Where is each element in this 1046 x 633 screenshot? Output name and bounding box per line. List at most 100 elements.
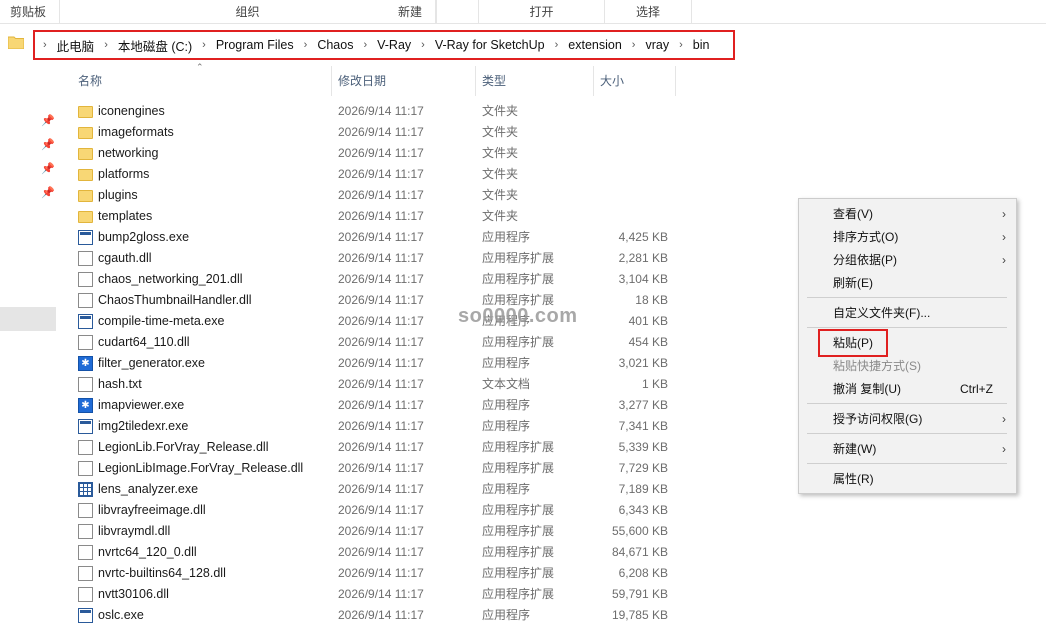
file-name: platforms	[98, 167, 150, 181]
file-row[interactable]: nvtt30106.dll 2026/9/14 11:17 应用程序扩展 59,791…	[0, 584, 700, 605]
file-row[interactable]: LegionLib.ForVray_Release.dll 2026/9/14 1…	[0, 437, 700, 458]
menu-item-label: 撤消 复制(U)	[833, 382, 901, 396]
file-icon	[78, 461, 93, 476]
file-row[interactable]: compile-time-meta.exe 2026/9/14 11:17 应用程序…	[0, 311, 700, 332]
paste-highlight-box	[818, 329, 888, 357]
file-row[interactable]: chaos_networking_201.dll 2026/9/14 11:17 应…	[0, 269, 700, 290]
file-type: 应用程序	[482, 398, 531, 412]
file-date: 2026/9/14 11:17	[338, 377, 424, 391]
file-type: 文件夹	[482, 125, 519, 139]
breadcrumb: › 此电脑 › 本地磁盘 (C:) › Program Files › Chao…	[39, 32, 715, 58]
breadcrumb-bin[interactable]: bin	[687, 38, 716, 52]
column-header-type[interactable]: 类型	[476, 66, 594, 96]
chevron-right-icon[interactable]: ›	[675, 39, 687, 51]
chevron-right-icon[interactable]: ›	[628, 39, 640, 51]
chevron-right-icon[interactable]: ›	[100, 39, 112, 51]
file-type: 文件夹	[482, 188, 519, 202]
file-name: imageformats	[98, 125, 174, 139]
file-icon	[78, 545, 93, 560]
file-row[interactable]: iconengines 2026/9/14 11:17 文件夹	[0, 101, 700, 122]
file-type: 应用程序	[482, 608, 531, 622]
file-row[interactable]: ✱ imapviewer.exe 2026/9/14 11:17 应用程序 3,277 …	[0, 395, 700, 416]
file-type: 文件夹	[482, 167, 519, 181]
chevron-right-icon[interactable]: ›	[417, 39, 429, 51]
file-date: 2026/9/14 11:17	[338, 440, 424, 454]
breadcrumb-chaos[interactable]: Chaos	[311, 38, 359, 52]
file-row[interactable]: hash.txt 2026/9/14 11:17 文本文档 1 KB	[0, 374, 700, 395]
file-row[interactable]: ✱ filter_generator.exe 2026/9/14 11:17 应用程序…	[0, 353, 700, 374]
context-menu: 查看(V) › 排序方式(O) › 分组依据(P) › 刷新(E) 自定义文件夹(F)…	[798, 198, 1017, 494]
file-row[interactable]: bump2gloss.exe 2026/9/14 11:17 应用程序 4,425 K…	[0, 227, 700, 248]
chevron-right-icon[interactable]: ›	[39, 39, 51, 51]
file-size: 1 KB	[641, 377, 668, 391]
address-bar[interactable]: › 此电脑 › 本地磁盘 (C:) › Program Files › Chao…	[33, 30, 735, 60]
chevron-right-icon[interactable]: ›	[359, 39, 371, 51]
ribbon-group-new: 新建	[342, 0, 479, 24]
file-row[interactable]: templates 2026/9/14 11:17 文件夹	[0, 206, 700, 227]
menu-item-view[interactable]: 查看(V) ›	[799, 203, 1016, 225]
file-row[interactable]: img2tiledexr.exe 2026/9/14 11:17 应用程序 7,341…	[0, 416, 700, 437]
file-date: 2026/9/14 11:17	[338, 608, 424, 622]
breadcrumb-this-pc[interactable]: 此电脑	[51, 36, 101, 55]
file-name: cudart64_110.dll	[98, 335, 190, 349]
file-row[interactable]: nvrtc64_120_0.dll 2026/9/14 11:17 应用程序扩展 84…	[0, 542, 700, 563]
menu-item-group[interactable]: 分组依据(P) ›	[799, 249, 1016, 271]
file-name: chaos_networking_201.dll	[98, 272, 243, 286]
file-name: hash.txt	[98, 377, 142, 391]
breadcrumb-vray[interactable]: V-Ray	[371, 38, 417, 52]
file-row[interactable]: networking 2026/9/14 11:17 文件夹	[0, 143, 700, 164]
file-row[interactable]: platforms 2026/9/14 11:17 文件夹	[0, 164, 700, 185]
chevron-right-icon[interactable]: ›	[198, 39, 210, 51]
menu-item-undo-copy[interactable]: 撤消 复制(U) Ctrl+Z	[799, 378, 1016, 400]
breadcrumb-program-files[interactable]: Program Files	[210, 38, 300, 52]
file-icon	[78, 251, 93, 266]
app-blue-icon: ✱	[78, 356, 93, 371]
file-date: 2026/9/14 11:17	[338, 272, 424, 286]
file-name: ChaosThumbnailHandler.dll	[98, 293, 252, 307]
file-size: 3,277 KB	[618, 398, 668, 412]
breadcrumb-extension[interactable]: extension	[562, 38, 628, 52]
file-row[interactable]: nvrtc-builtins64_128.dll 2026/9/14 11:17 应…	[0, 563, 700, 584]
chevron-right-icon[interactable]: ›	[300, 39, 312, 51]
chevron-right-icon: ›	[1002, 442, 1006, 456]
file-type: 应用程序扩展	[482, 503, 555, 517]
menu-item-refresh[interactable]: 刷新(E)	[799, 272, 1016, 294]
file-row[interactable]: cudart64_110.dll 2026/9/14 11:17 应用程序扩展 454…	[0, 332, 700, 353]
file-row[interactable]: plugins 2026/9/14 11:17 文件夹	[0, 185, 700, 206]
file-name: iconengines	[98, 104, 165, 118]
breadcrumb-vray-folder[interactable]: vray	[639, 38, 675, 52]
folder-icon	[78, 127, 93, 139]
file-icon	[78, 440, 93, 455]
folder-icon	[78, 169, 93, 181]
chevron-right-icon[interactable]: ›	[551, 39, 563, 51]
file-name: compile-time-meta.exe	[98, 314, 225, 328]
file-row[interactable]: lens_analyzer.exe 2026/9/14 11:17 应用程序 7,18…	[0, 479, 700, 500]
breadcrumb-local-disk[interactable]: 本地磁盘 (C:)	[112, 36, 198, 55]
file-type: 文件夹	[482, 104, 519, 118]
file-row[interactable]: ChaosThumbnailHandler.dll 2026/9/14 11:17…	[0, 290, 700, 311]
file-row[interactable]: LegionLibImage.ForVray_Release.dll 2026/9…	[0, 458, 700, 479]
file-size: 6,343 KB	[618, 503, 668, 517]
file-row[interactable]: libvraymdl.dll 2026/9/14 11:17 应用程序扩展 55,60…	[0, 521, 700, 542]
menu-item-properties[interactable]: 属性(R)	[799, 468, 1016, 490]
menu-item-label: 属性(R)	[833, 472, 874, 486]
file-name: nvtt30106.dll	[98, 587, 169, 601]
menu-item-customize-folder[interactable]: 自定义文件夹(F)...	[799, 302, 1016, 324]
file-row[interactable]: oslc.exe 2026/9/14 11:17 应用程序 19,785 KB	[0, 605, 700, 626]
file-name: libvraymdl.dll	[98, 524, 171, 538]
menu-item-new[interactable]: 新建(W) ›	[799, 438, 1016, 460]
menu-separator	[807, 463, 1007, 464]
file-size: 5,339 KB	[618, 440, 668, 454]
column-header-date[interactable]: 修改日期	[332, 66, 476, 96]
breadcrumb-vray-sketchup[interactable]: V-Ray for SketchUp	[429, 38, 551, 52]
application-icon	[78, 419, 93, 434]
menu-item-grant-access[interactable]: 授予访问权限(G) ›	[799, 408, 1016, 430]
file-type: 应用程序	[482, 482, 531, 496]
column-header-size[interactable]: 大小	[594, 66, 676, 96]
column-header-name[interactable]: 名称	[70, 66, 332, 96]
file-row[interactable]: imageformats 2026/9/14 11:17 文件夹	[0, 122, 700, 143]
menu-item-sort[interactable]: 排序方式(O) ›	[799, 226, 1016, 248]
file-row[interactable]: libvrayfreeimage.dll 2026/9/14 11:17 应用程序扩…	[0, 500, 700, 521]
app-blue-icon: ✱	[78, 398, 93, 413]
file-row[interactable]: cgauth.dll 2026/9/14 11:17 应用程序扩展 2,281 KB	[0, 248, 700, 269]
